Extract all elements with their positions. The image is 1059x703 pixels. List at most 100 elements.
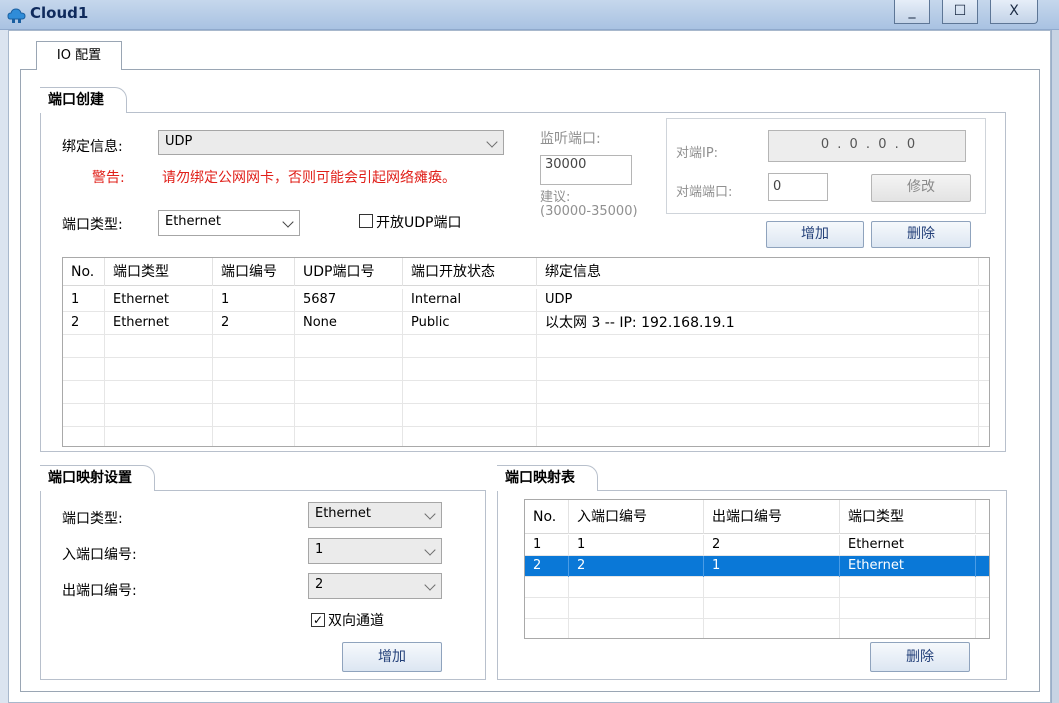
empty-row — [525, 577, 989, 598]
out-port-label: 出端口编号: — [62, 583, 137, 599]
cell-udp-port: None — [295, 312, 403, 335]
port-type-value: Ethernet — [165, 214, 221, 229]
cell-port-type: Ethernet — [105, 312, 213, 335]
col-binding-info[interactable]: 绑定信息 — [537, 258, 979, 286]
open-udp-label: 开放UDP端口 — [376, 215, 462, 231]
listen-port-input[interactable]: 30000 — [540, 155, 632, 185]
empty-row — [63, 358, 989, 381]
cell-port-type: Ethernet — [840, 556, 976, 577]
col-out-port[interactable]: 出端口编号 — [704, 500, 840, 534]
close-icon: X — [1009, 3, 1019, 19]
cell-port-type: Ethernet — [105, 289, 213, 312]
chevron-down-icon — [424, 544, 436, 556]
out-port-select[interactable]: 2 — [308, 573, 442, 599]
cell-open-status: Internal — [403, 289, 537, 312]
port-create-title: 端口创建 — [40, 87, 127, 113]
cell-no: 2 — [63, 312, 105, 335]
cell-out-port: 2 — [704, 535, 840, 556]
checkmark-icon: ✓ — [312, 613, 324, 627]
binding-select[interactable]: UDP — [158, 130, 504, 155]
mapping-table: No. 入端口编号 出端口编号 端口类型 1 1 2 Ethernet 2 2 … — [524, 499, 990, 639]
cell-open-status: Public — [403, 312, 537, 335]
window-title: Cloud1 — [30, 4, 89, 22]
table-row[interactable]: 2 Ethernet 2 None Public 以太网 3 -- IP: 19… — [63, 312, 989, 335]
suggest-label: 建议: — [540, 190, 571, 205]
map-port-type-value: Ethernet — [315, 506, 371, 521]
table-row[interactable]: 1 Ethernet 1 5687 Internal UDP — [63, 289, 989, 312]
minimize-icon: _ — [908, 3, 916, 19]
chevron-down-icon — [486, 136, 498, 148]
col-port-number[interactable]: 端口编号 — [213, 258, 295, 286]
empty-row — [63, 381, 989, 404]
tab-io-config[interactable]: IO 配置 — [36, 41, 122, 70]
window-edge-scrollbar — [1051, 30, 1059, 703]
peer-ip-label: 对端IP: — [676, 146, 719, 161]
delete-port-button[interactable]: 删除 — [871, 221, 971, 248]
close-button[interactable]: X — [990, 0, 1038, 24]
open-udp-checkbox[interactable] — [359, 214, 373, 228]
bidirectional-label: 双向通道 — [328, 613, 384, 629]
add-port-button[interactable]: 增加 — [766, 221, 864, 248]
peer-port-label: 对端端口: — [676, 185, 733, 200]
col-in-port[interactable]: 入端口编号 — [569, 500, 704, 534]
peer-port-input[interactable]: 0 — [768, 173, 828, 201]
binding-label: 绑定信息: — [62, 139, 123, 155]
cloud-icon — [7, 8, 26, 23]
cell-port-number: 1 — [213, 289, 295, 312]
bidirectional-checkbox[interactable]: ✓ — [311, 613, 325, 627]
cell-binding-info: 以太网 3 -- IP: 192.168.19.1 — [537, 312, 979, 335]
mapping-table-title: 端口映射表 — [497, 465, 598, 491]
port-type-select[interactable]: Ethernet — [158, 210, 300, 236]
warning-text: 请勿绑定公网网卡，否则可能会引起网络瘫痪。 — [162, 170, 456, 186]
mapping-table-header: No. 入端口编号 出端口编号 端口类型 — [525, 500, 989, 534]
binding-value: UDP — [165, 134, 193, 149]
cell-in-port: 1 — [569, 535, 704, 556]
chevron-down-icon — [424, 579, 436, 591]
cell-no: 1 — [63, 289, 105, 312]
cell-in-port: 2 — [569, 556, 704, 577]
out-port-value: 2 — [315, 577, 324, 592]
empty-row — [525, 598, 989, 619]
empty-row — [63, 335, 989, 358]
col-udp-port[interactable]: UDP端口号 — [295, 258, 403, 286]
col-port-type[interactable]: 端口类型 — [105, 258, 213, 286]
col-no[interactable]: No. — [525, 500, 569, 534]
peer-ip-input[interactable]: 0 . 0 . 0 . 0 — [768, 130, 966, 162]
cell-port-number: 2 — [213, 312, 295, 335]
cell-udp-port: 5687 — [295, 289, 403, 312]
cell-binding-info: UDP — [537, 289, 979, 312]
mapping-settings-title: 端口映射设置 — [40, 465, 155, 491]
chevron-down-icon — [424, 508, 436, 520]
minimize-button[interactable]: _ — [894, 0, 930, 24]
col-port-type[interactable]: 端口类型 — [840, 500, 976, 534]
delete-mapping-button[interactable]: 删除 — [870, 642, 970, 672]
suggest-range: (30000-35000) — [540, 204, 638, 219]
table-row-selected[interactable]: 2 2 1 Ethernet — [525, 556, 989, 577]
in-port-label: 入端口编号: — [62, 547, 137, 563]
port-type-label: 端口类型: — [62, 217, 123, 233]
empty-row — [63, 404, 989, 427]
empty-row — [63, 427, 989, 446]
add-mapping-button[interactable]: 增加 — [342, 642, 442, 672]
chevron-down-icon — [282, 216, 294, 228]
map-port-type-select[interactable]: Ethernet — [308, 502, 442, 528]
map-port-type-label: 端口类型: — [62, 511, 123, 527]
col-open-status[interactable]: 端口开放状态 — [403, 258, 537, 286]
maximize-icon: ☐ — [953, 3, 967, 19]
cell-no: 1 — [525, 535, 569, 556]
table-row[interactable]: 1 1 2 Ethernet — [525, 535, 989, 556]
in-port-value: 1 — [315, 542, 324, 557]
in-port-select[interactable]: 1 — [308, 538, 442, 564]
col-no[interactable]: No. — [63, 258, 105, 286]
cell-no: 2 — [525, 556, 569, 577]
warning-label: 警告: — [92, 170, 125, 186]
empty-row — [525, 619, 989, 638]
listen-port-label: 监听端口: — [540, 131, 601, 147]
cell-out-port: 1 — [704, 556, 840, 577]
cell-port-type: Ethernet — [840, 535, 976, 556]
maximize-button[interactable]: ☐ — [942, 0, 978, 24]
port-table: No. 端口类型 端口编号 UDP端口号 端口开放状态 绑定信息 1 Ether… — [62, 257, 990, 447]
title-bar: Cloud1 _ ☐ X — [0, 0, 1059, 30]
modify-button[interactable]: 修改 — [871, 174, 971, 202]
port-table-header: No. 端口类型 端口编号 UDP端口号 端口开放状态 绑定信息 — [63, 258, 989, 286]
